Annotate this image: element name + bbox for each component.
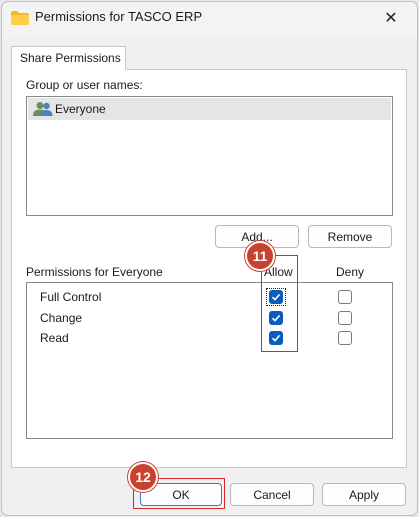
users-listbox[interactable]: Everyone [26, 96, 393, 216]
permissions-list [26, 282, 393, 439]
remove-button[interactable]: Remove [308, 225, 392, 248]
deny-full-control-checkbox[interactable] [338, 290, 352, 304]
permissions-label: Permissions for Everyone [26, 265, 163, 279]
allow-highlight-box [261, 255, 298, 352]
list-item[interactable]: Everyone [28, 98, 391, 120]
permission-name-read: Read [40, 331, 69, 345]
close-icon: ✕ [384, 10, 398, 27]
permission-name-full-control: Full Control [40, 290, 102, 304]
users-icon [33, 102, 53, 116]
folder-icon [11, 11, 29, 25]
tab-share-permissions[interactable]: Share Permissions [11, 46, 126, 70]
deny-change-checkbox[interactable] [338, 311, 352, 325]
cancel-button[interactable]: Cancel [230, 483, 314, 506]
step-badge-12: 12 [128, 462, 158, 492]
close-button[interactable]: ✕ [372, 4, 410, 32]
window-title: Permissions for TASCO ERP [35, 9, 203, 24]
step-badge-11: 11 [245, 241, 275, 271]
user-name: Everyone [55, 102, 106, 116]
deny-column-header: Deny [336, 265, 365, 279]
deny-read-checkbox[interactable] [338, 331, 352, 345]
groups-label: Group or user names: [26, 78, 143, 92]
apply-button[interactable]: Apply [322, 483, 406, 506]
permission-name-change: Change [40, 311, 83, 325]
